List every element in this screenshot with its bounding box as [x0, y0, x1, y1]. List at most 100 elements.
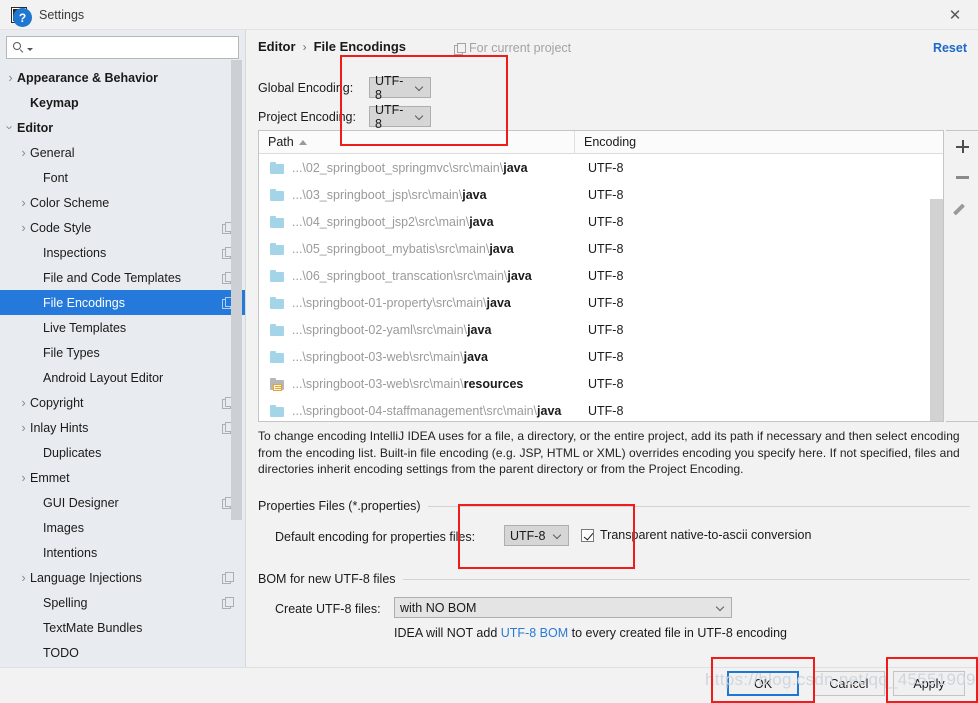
sidebar-item-spelling[interactable]: Spelling	[0, 590, 245, 615]
table-row[interactable]: ...\03_springboot_jsp\src\main\java UTF-8	[259, 181, 943, 208]
sidebar-item-file-types[interactable]: File Types	[0, 340, 245, 365]
column-header-encoding[interactable]: Encoding	[575, 131, 943, 153]
transparent-conversion-checkbox[interactable]: Transparent native-to-ascii conversion	[581, 528, 811, 542]
table-row[interactable]: ...\02_springboot_springmvc\src\main\jav…	[259, 154, 943, 181]
global-encoding-select[interactable]: UTF-8	[369, 74, 431, 102]
properties-group-title: Properties Files (*.properties)	[258, 499, 428, 513]
settings-window: IJ Settings ✕ Appearance & Behavior Keyma…	[0, 0, 978, 703]
bom-hint-before: IDEA will NOT add	[394, 626, 501, 640]
global-encoding-value: UTF-8	[375, 73, 404, 102]
help-icon[interactable]: ?	[13, 8, 32, 27]
table-cell-encoding[interactable]: UTF-8	[588, 242, 623, 256]
sidebar-item-todo[interactable]: TODO	[0, 640, 245, 665]
sidebar-item-label: Images	[43, 520, 84, 535]
sidebar-item-gui-designer[interactable]: GUI Designer	[0, 490, 245, 515]
sidebar-item-label: Color Scheme	[30, 195, 110, 210]
table-row[interactable]: ...\06_springboot_transcation\src\main\j…	[259, 262, 943, 289]
sidebar-item-images[interactable]: Images	[0, 515, 245, 540]
search-input[interactable]	[36, 40, 233, 55]
chevron-right-icon[interactable]	[17, 471, 30, 484]
table-cell-encoding[interactable]: UTF-8	[588, 404, 623, 418]
bom-select[interactable]: with NO BOM	[394, 597, 732, 618]
sidebar-item-label: Copyright	[30, 395, 84, 410]
properties-encoding-select[interactable]: UTF-8	[504, 525, 569, 546]
table-row[interactable]: ...\springboot-01-property\src\main\java…	[259, 289, 943, 316]
path-leaf: java	[463, 349, 488, 364]
path-leaf: java	[503, 160, 528, 175]
column-header-path[interactable]: Path	[259, 131, 575, 153]
table-row[interactable]: ...\springboot-02-yaml\src\main\java UTF-…	[259, 316, 943, 343]
sidebar-item-live-templates[interactable]: Live Templates	[0, 315, 245, 340]
sidebar-item-editor[interactable]: Editor	[0, 115, 245, 140]
table-cell-encoding[interactable]: UTF-8	[588, 296, 623, 310]
sidebar-item-inlay-hints[interactable]: Inlay Hints	[0, 415, 245, 440]
remove-button[interactable]	[946, 162, 978, 193]
sidebar-item-color-scheme[interactable]: Color Scheme	[0, 190, 245, 215]
folder-icon	[270, 242, 284, 255]
table-cell-encoding[interactable]: UTF-8	[588, 161, 623, 175]
chevron-right-icon[interactable]	[4, 71, 17, 84]
table-cell-encoding[interactable]: UTF-8	[588, 377, 623, 391]
chevron-right-icon[interactable]	[17, 146, 30, 159]
breadcrumb-root[interactable]: Editor	[258, 39, 296, 54]
sidebar-item-label: File Encodings	[43, 295, 125, 310]
bom-value: with NO BOM	[400, 600, 477, 615]
table-scrollbar[interactable]	[930, 199, 943, 421]
chevron-down-icon[interactable]	[4, 121, 17, 134]
sidebar-item-file-encodings[interactable]: File Encodings	[0, 290, 245, 315]
table-cell-path: ...\02_springboot_springmvc\src\main\jav…	[292, 161, 588, 175]
edit-button[interactable]	[946, 193, 978, 224]
create-utf8-files-label: Create UTF-8 files:	[275, 602, 381, 616]
table-toolbar	[946, 130, 978, 422]
main-panel: Editor › File Encodings For current proj…	[247, 30, 978, 667]
table-cell-encoding[interactable]: UTF-8	[588, 269, 623, 283]
chevron-right-icon[interactable]	[17, 221, 30, 234]
chevron-down-icon[interactable]	[27, 47, 33, 51]
sidebar-item-textmate-bundles[interactable]: TextMate Bundles	[0, 615, 245, 640]
path-leaf: java	[507, 268, 532, 283]
sidebar-item-label: Intentions	[43, 545, 98, 560]
table-row[interactable]: ...\04_springboot_jsp2\src\main\java UTF-…	[259, 208, 943, 235]
project-encoding-select[interactable]: UTF-8	[369, 103, 431, 131]
pencil-icon	[956, 202, 970, 216]
sidebar-item-inspections[interactable]: Inspections	[0, 240, 245, 265]
table-cell-path: ...\springboot-04-staffmanagement\src\ma…	[292, 404, 588, 418]
sidebar-item-emmet[interactable]: Emmet	[0, 465, 245, 490]
table-row[interactable]: ...\springboot-03-web\src\main\java UTF-8	[259, 343, 943, 370]
sidebar-item-keymap[interactable]: Keymap	[0, 90, 245, 115]
table-cell-encoding[interactable]: UTF-8	[588, 188, 623, 202]
table-header-row: Path Encoding	[259, 131, 943, 154]
sidebar-item-intentions[interactable]: Intentions	[0, 540, 245, 565]
utf8-bom-link[interactable]: UTF-8 BOM	[501, 626, 568, 640]
table-cell-path: ...\springboot-03-web\src\main\java	[292, 350, 588, 364]
sidebar-scrollbar[interactable]	[231, 60, 242, 520]
table-cell-encoding[interactable]: UTF-8	[588, 323, 623, 337]
path-prefix: ...\springboot-03-web\src\main\	[292, 376, 464, 391]
sidebar-item-general[interactable]: General	[0, 140, 245, 165]
table-cell-path: ...\springboot-03-web\src\main\resources	[292, 377, 588, 391]
chevron-right-icon[interactable]	[17, 196, 30, 209]
chevron-right-icon[interactable]	[17, 396, 30, 409]
table-row[interactable]: ...\springboot-03-web\src\main\resources…	[259, 370, 943, 397]
reset-link[interactable]: Reset	[933, 41, 967, 55]
chevron-right-icon[interactable]	[17, 421, 30, 434]
table-row[interactable]: ...\05_springboot_mybatis\src\main\java U…	[259, 235, 943, 262]
sidebar-item-appearance-behavior[interactable]: Appearance & Behavior	[0, 65, 245, 90]
sidebar-item-code-style[interactable]: Code Style	[0, 215, 245, 240]
sidebar-item-font[interactable]: Font	[0, 165, 245, 190]
sidebar-item-label: File and Code Templates	[43, 270, 182, 285]
sidebar-item-copyright[interactable]: Copyright	[0, 390, 245, 415]
search-box[interactable]	[6, 36, 239, 59]
close-icon[interactable]: ✕	[932, 0, 978, 30]
table-row[interactable]: ...\springboot-04-staffmanagement\src\ma…	[259, 397, 943, 421]
sidebar-item-android-layout-editor[interactable]: Android Layout Editor	[0, 365, 245, 390]
add-button[interactable]	[946, 131, 978, 162]
sidebar-item-file-and-code-templates[interactable]: File and Code Templates	[0, 265, 245, 290]
sidebar-item-duplicates[interactable]: Duplicates	[0, 440, 245, 465]
table-cell-encoding[interactable]: UTF-8	[588, 215, 623, 229]
table-cell-encoding[interactable]: UTF-8	[588, 350, 623, 364]
sidebar-item-label: GUI Designer	[43, 495, 119, 510]
sidebar-item-language-injections[interactable]: Language Injections	[0, 565, 245, 590]
sort-ascending-icon	[298, 139, 307, 145]
chevron-right-icon[interactable]	[17, 571, 30, 584]
